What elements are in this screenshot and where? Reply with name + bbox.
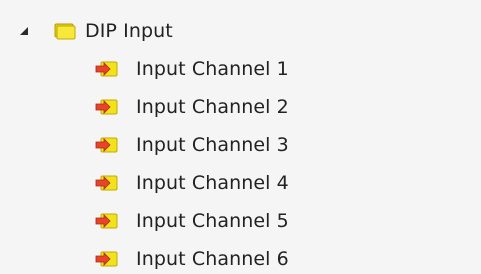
- input-channel-icon: [95, 213, 118, 229]
- tree-node-label: Input Channel 1: [136, 58, 289, 80]
- tree-node-input-channel-4[interactable]: Input Channel 4: [95, 168, 289, 198]
- input-channel-icon: [95, 251, 118, 267]
- tree-node-dip-input[interactable]: DIP Input: [14, 16, 173, 46]
- tree-node-label: DIP Input: [85, 20, 173, 42]
- input-channel-icon: [95, 61, 118, 77]
- folder-yellow-icon: [54, 23, 76, 40]
- expand-collapse-toggle[interactable]: [14, 16, 34, 46]
- tree-node-label: Input Channel 3: [136, 134, 289, 156]
- triangle-expanded-icon: [20, 27, 28, 35]
- tree-node-input-channel-5[interactable]: Input Channel 5: [95, 206, 289, 236]
- tree-node-input-channel-3[interactable]: Input Channel 3: [95, 130, 289, 160]
- tree-view: DIP Input Input Channel 1 Input Channel …: [0, 0, 481, 274]
- tree-node-input-channel-2[interactable]: Input Channel 2: [95, 92, 289, 122]
- tree-node-input-channel-6[interactable]: Input Channel 6: [95, 244, 289, 274]
- tree-node-input-channel-1[interactable]: Input Channel 1: [95, 54, 289, 84]
- tree-node-label: Input Channel 6: [136, 248, 289, 270]
- tree-node-label: Input Channel 4: [136, 172, 289, 194]
- tree-node-label: Input Channel 2: [136, 96, 289, 118]
- input-channel-icon: [95, 137, 118, 153]
- input-channel-icon: [95, 175, 118, 191]
- input-channel-icon: [95, 99, 118, 115]
- tree-node-label: Input Channel 5: [136, 210, 289, 232]
